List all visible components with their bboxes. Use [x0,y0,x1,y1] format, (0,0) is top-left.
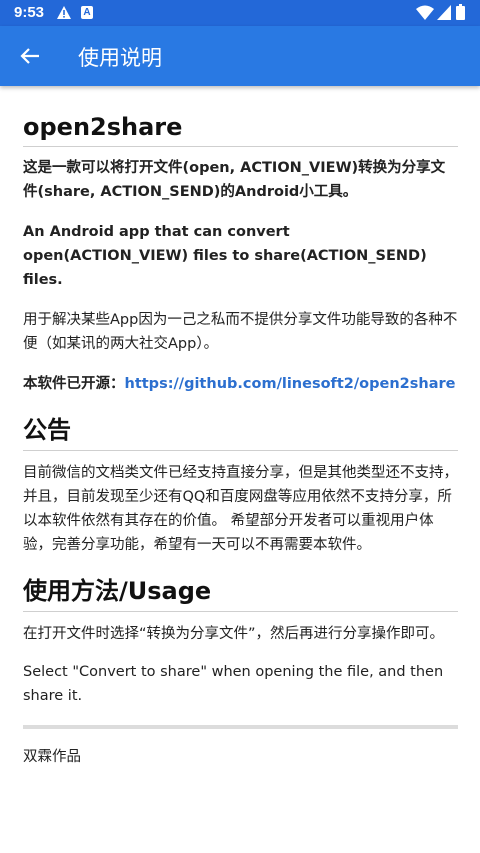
purpose-text: 用于解决某些App因为一己之私而不提供分享文件功能导致的各种不便（如某讯的两大社… [23,312,458,352]
status-time: 9:53 [14,4,45,21]
intro-cn-text: 这是一款可以将打开文件(open, ACTION_VIEW)转换为分享文件(sh… [23,160,446,200]
document-content: open2share 这是一款可以将打开文件(open, ACTION_VIEW… [23,86,458,769]
a-notification-icon: A [81,6,93,19]
page-title: 使用说明 [78,46,162,70]
status-bar: 9:53 A [0,0,480,26]
app-bar: 使用说明 [0,26,480,86]
back-button[interactable] [8,34,52,78]
open-source-label: 本软件已开源： [23,376,125,392]
notice-heading: 公告 [23,410,458,451]
notice-text: 目前微信的文档类文件已经支持直接分享，但是其他类型还不支持，并且，目前发现至少还… [23,465,458,553]
author-text: 双霖作品 [23,749,81,765]
usage-cn-text: 在打开文件时选择“转换为分享文件”，然后再进行分享操作即可。 [23,626,445,642]
warning-icon [57,6,71,19]
intro-en-text: An Android app that can convert open(ACT… [23,224,427,288]
doc-title: open2share [23,113,458,147]
battery-icon [456,4,465,20]
repo-link[interactable]: https://github.com/linesoft2/open2share [125,376,456,392]
usage-en-text: Select "Convert to share" when opening t… [23,664,444,704]
arrow-back-icon [20,48,39,64]
signal-icon [437,5,451,20]
usage-heading: 使用方法/Usage [23,571,458,612]
divider [23,725,458,729]
wifi-icon [416,5,434,20]
open-source-line: 本软件已开源：https://github.com/linesoft2/open… [23,372,458,396]
